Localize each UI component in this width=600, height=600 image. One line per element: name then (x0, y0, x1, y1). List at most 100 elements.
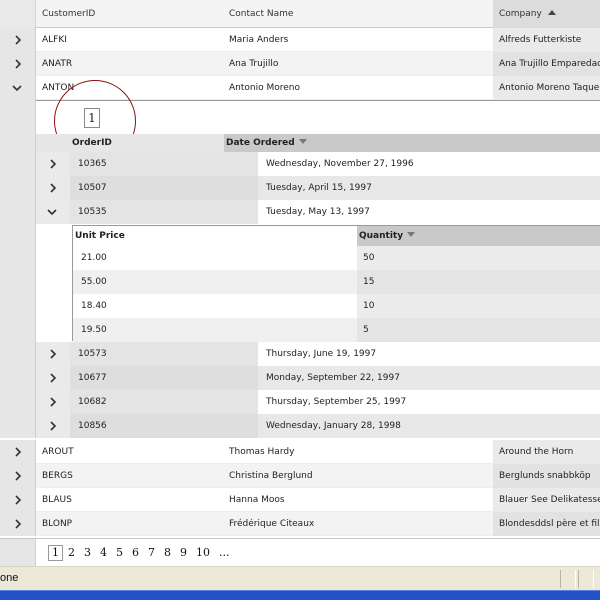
cell-unit-price: 21.00 (81, 253, 107, 263)
cell-customerid: ANATR (42, 59, 73, 69)
cell-unit-price: 18.40 (81, 301, 107, 311)
pager-page-8[interactable]: 8 (164, 545, 171, 561)
cell-date: Thursday, September 25, 1997 (266, 397, 407, 407)
cell-contact: Ana Trujillo (229, 59, 279, 69)
order-row[interactable]: 10573 Thursday, June 19, 1997 (36, 342, 600, 366)
order-row-expanded[interactable]: 10535 Tuesday, May 13, 1997 (36, 200, 600, 224)
table-row[interactable]: BLONP Frédérique Citeaux Blondesddsl pèr… (0, 512, 600, 536)
cell-contact: Frédérique Citeaux (229, 519, 315, 529)
status-text: one (0, 572, 19, 584)
chevron-right-icon[interactable] (9, 31, 27, 49)
column-header-contact-name[interactable]: Contact Name (223, 0, 493, 28)
chevron-right-icon[interactable] (9, 443, 27, 461)
sort-descending-icon (298, 139, 307, 144)
table-row[interactable]: ANATR Ana Trujillo Ana Trujillo Empareda… (0, 52, 600, 76)
status-separator (578, 570, 594, 588)
chevron-down-icon[interactable] (8, 79, 26, 97)
chevron-right-icon[interactable] (9, 467, 27, 485)
column-header-quantity[interactable]: Quantity (357, 226, 600, 246)
column-header-customerid[interactable]: CustomerID (36, 0, 223, 28)
taskbar (0, 590, 600, 600)
cell-customerid: AROUT (42, 447, 74, 457)
cell-unit-price: 19.50 (81, 325, 107, 335)
cell-company: Berglunds snabbköp (493, 464, 600, 488)
cell-orderid: 10535 (70, 200, 258, 224)
item-row[interactable]: 21.00 50 (73, 246, 600, 270)
cell-orderid: 10573 (70, 342, 258, 366)
cell-contact: Christina Berglund (229, 471, 313, 481)
chevron-right-icon[interactable] (44, 155, 62, 173)
cell-contact: Antonio Moreno (229, 83, 300, 93)
table-row[interactable]: BLAUS Hanna Moos Blauer See Delikatessen (0, 488, 600, 512)
cell-company: Blondesddsl père et fils (493, 512, 600, 536)
column-header-unit-price[interactable]: Unit Price (73, 226, 357, 246)
cell-quantity: 50 (357, 246, 600, 270)
pager-page-10[interactable]: 10 (196, 545, 210, 561)
cell-customerid: BLONP (42, 519, 73, 529)
chevron-right-icon[interactable] (44, 393, 62, 411)
cell-company: Around the Horn (493, 440, 600, 464)
cell-orderid: 10507 (70, 176, 258, 200)
cell-contact: Maria Anders (229, 35, 289, 45)
pager-page-2[interactable]: 2 (68, 545, 75, 561)
cell-quantity: 15 (357, 270, 600, 294)
master-header: CustomerID Contact Name Company (0, 0, 600, 28)
order-row[interactable]: 10677 Monday, September 22, 1997 (36, 366, 600, 390)
cell-quantity: 10 (357, 294, 600, 318)
status-bar: one (0, 566, 600, 590)
cell-company: Blauer See Delikatessen (493, 488, 600, 512)
cell-orderid: 10682 (70, 390, 258, 414)
cell-contact: Thomas Hardy (229, 447, 295, 457)
table-row[interactable]: BERGS Christina Berglund Berglunds snabb… (0, 464, 600, 488)
pager-page-7[interactable]: 7 (148, 545, 155, 561)
cell-date: Tuesday, May 13, 1997 (266, 207, 370, 217)
customers-grid: CustomerID Contact Name Company ALFKI Ma… (0, 0, 600, 566)
cell-customerid: BLAUS (42, 495, 72, 505)
pager-page-4[interactable]: 4 (100, 545, 107, 561)
sort-descending-icon (407, 232, 416, 237)
table-row[interactable]: AROUT Thomas Hardy Around the Horn (0, 440, 600, 464)
order-row[interactable]: 10856 Wednesday, January 28, 1998 (36, 414, 600, 438)
cell-company: Ana Trujillo Emparedados (493, 52, 600, 76)
column-header-company[interactable]: Company (493, 0, 600, 28)
column-header-date-ordered[interactable]: Date Ordered (224, 134, 600, 152)
item-row[interactable]: 18.40 10 (73, 294, 600, 318)
orders-header: OrderID Date Ordered (36, 134, 600, 152)
order-row[interactable]: 10365 Wednesday, November 27, 1996 (36, 152, 600, 176)
pager-page-9[interactable]: 9 (180, 545, 187, 561)
cell-orderid: 10365 (70, 152, 258, 176)
item-row[interactable]: 55.00 15 (73, 270, 600, 294)
header-gutter (0, 0, 36, 28)
cell-orderid: 10856 (70, 414, 258, 438)
pager-page-6[interactable]: 6 (132, 545, 139, 561)
pager-page-5[interactable]: 5 (116, 545, 123, 561)
order-row[interactable]: 10682 Thursday, September 25, 1997 (36, 390, 600, 414)
cell-date: Wednesday, January 28, 1998 (258, 414, 600, 438)
master-pager: 1 2 3 4 5 6 7 8 9 10 ... (0, 538, 600, 566)
cell-unit-price: 55.00 (81, 277, 107, 287)
cell-quantity: 5 (357, 318, 600, 342)
item-row[interactable]: 19.50 5 (73, 318, 600, 342)
chevron-right-icon[interactable] (44, 417, 62, 435)
cell-customerid: BERGS (42, 471, 73, 481)
cell-orderid: 10677 (70, 366, 258, 390)
pager-page-1[interactable]: 1 (48, 545, 63, 561)
cell-date: Wednesday, November 27, 1996 (266, 159, 414, 169)
status-separator (560, 570, 576, 588)
cell-contact: Hanna Moos (229, 495, 285, 505)
cell-date: Tuesday, April 15, 1997 (258, 176, 600, 200)
chevron-right-icon[interactable] (9, 55, 27, 73)
items-header: Unit Price Quantity (73, 226, 600, 246)
chevron-right-icon[interactable] (9, 515, 27, 533)
cell-customerid: ALFKI (42, 35, 67, 45)
chevron-right-icon[interactable] (44, 345, 62, 363)
order-row[interactable]: 10507 Tuesday, April 15, 1997 (36, 176, 600, 200)
pager-more[interactable]: ... (219, 545, 230, 561)
chevron-right-icon[interactable] (44, 369, 62, 387)
chevron-right-icon[interactable] (9, 491, 27, 509)
chevron-right-icon[interactable] (44, 179, 62, 197)
cell-company: Alfreds Futterkiste (493, 28, 600, 52)
table-row[interactable]: ALFKI Maria Anders Alfreds Futterkiste (0, 28, 600, 52)
chevron-down-icon[interactable] (43, 203, 61, 221)
pager-page-3[interactable]: 3 (84, 545, 91, 561)
